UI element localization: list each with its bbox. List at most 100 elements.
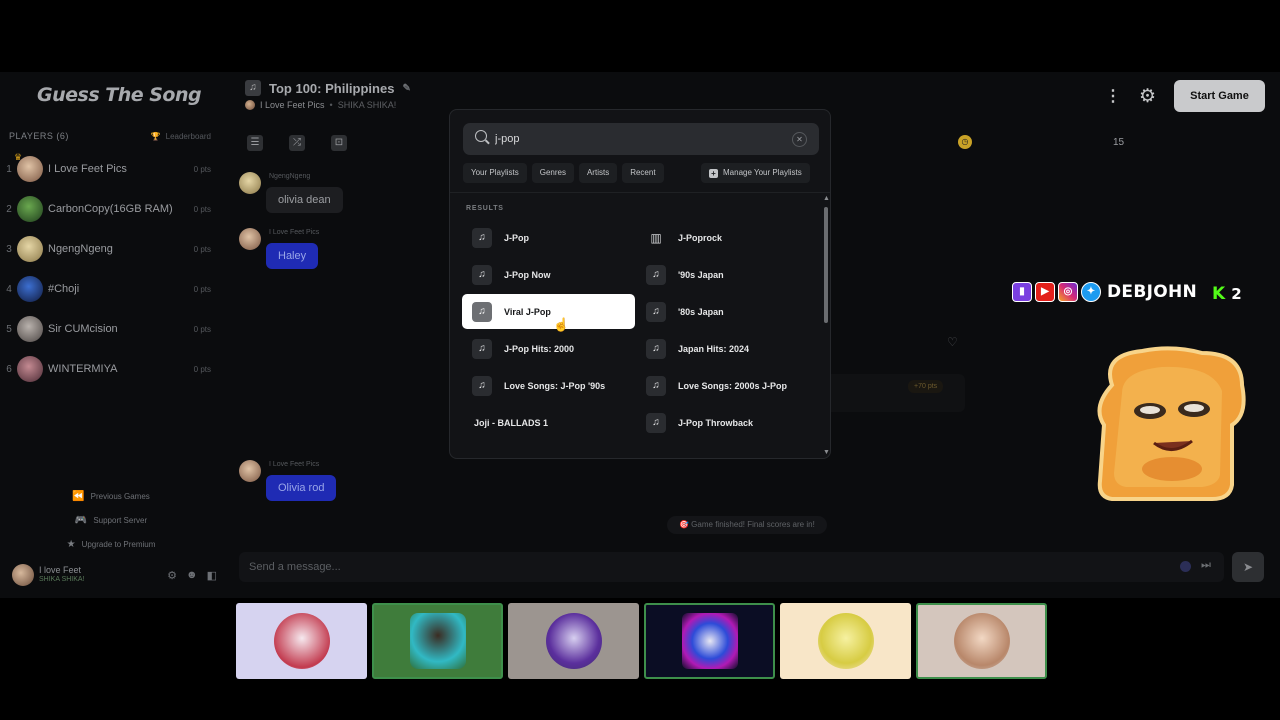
player-row[interactable]: 1 ♛ I Love Feet Pics 0 pts	[0, 152, 215, 184]
app-logo[interactable]: Guess The Song	[37, 84, 202, 106]
avatar	[817, 613, 874, 669]
player-points: 0 pts	[193, 364, 211, 374]
avatar	[239, 460, 261, 482]
player-points: 0 pts	[193, 284, 211, 294]
chat-message-input[interactable]	[239, 552, 1169, 582]
result-item[interactable]: ♫ '80s Japan	[636, 294, 809, 329]
heart-icon[interactable]: ♡	[947, 335, 958, 349]
playlist-icon: ♫	[646, 301, 666, 322]
chat-username: I Love Feet Pics	[269, 461, 320, 468]
chat-username: NgengNgeng	[269, 173, 311, 180]
chat-bubble: Olivia rod	[266, 475, 337, 501]
shuffle-icon[interactable]: ⤮	[289, 135, 305, 151]
emoji-icon[interactable]	[1180, 561, 1191, 572]
player-rank: 4	[6, 283, 12, 295]
result-item[interactable]: ♫ '90s Japan	[636, 257, 809, 292]
player-points: 0 pts	[193, 244, 211, 254]
send-button[interactable]: ➤	[1232, 552, 1264, 582]
player-name: Sir CUMcision	[48, 323, 118, 335]
room-host-status: SHIKA SHIKA!	[337, 100, 397, 110]
player-row[interactable]: 4 #Choji 0 pts	[0, 274, 215, 304]
sidebar: Guess The Song PLAYERS (6) 🏆 Leaderboard …	[0, 72, 222, 598]
rewind-icon: ⏪	[72, 490, 85, 502]
chat-username: I Love Feet Pics	[269, 229, 320, 236]
upgrade-premium-link[interactable]: ★ Upgrade to Premium	[0, 532, 222, 556]
result-item[interactable]: ♫ Love Songs: J-Pop '90s	[462, 368, 635, 403]
search-bar: ✕	[463, 123, 819, 155]
kick-icon: K	[1212, 284, 1226, 304]
player-rank: 6	[6, 363, 12, 375]
player-card[interactable]	[508, 603, 639, 679]
players-count-label: PLAYERS (6)	[9, 131, 69, 141]
result-item[interactable]: ♫ J-Pop Now	[462, 257, 635, 292]
result-item[interactable]: ●Joji - BALLADS 1	[462, 405, 635, 440]
divider	[450, 192, 830, 193]
chat-input-bar: ⏭	[239, 552, 1224, 582]
manage-playlists-button[interactable]: + Manage Your Playlists	[701, 163, 810, 183]
avatar	[953, 613, 1010, 669]
twitch-icon: ▮	[1012, 282, 1032, 302]
result-item[interactable]: ♫ Love Songs: 2000s J-Pop	[636, 368, 809, 403]
filter-recent[interactable]: Recent	[622, 163, 664, 183]
gear-icon[interactable]: ⚙	[1139, 85, 1156, 108]
instagram-icon: ◎	[1058, 282, 1078, 302]
result-item[interactable]: ♫ Japan Hits: 2024	[636, 331, 809, 366]
playlist-icon: ♫	[245, 80, 261, 96]
results-scrollbar[interactable]: ▲ ▼	[822, 195, 830, 458]
player-rank: 3	[6, 243, 12, 255]
skip-icon[interactable]: ⏭	[1201, 559, 1211, 572]
sidebar-toggle-icon[interactable]: ◧	[207, 569, 217, 582]
filter-tabs: Your Playlists Genres Artists Recent	[463, 163, 664, 183]
playlist-icon: ♫	[472, 301, 492, 322]
player-name: WINTERMIYA	[48, 363, 118, 375]
scroll-down-icon[interactable]: ▼	[823, 449, 830, 456]
player-card[interactable]	[372, 603, 503, 679]
emoji-icon[interactable]: ☻	[186, 569, 198, 582]
player-card[interactable]	[644, 603, 775, 679]
result-item-selected[interactable]: ♫ Viral J-Pop	[462, 294, 635, 329]
crown-icon: ♛	[14, 152, 23, 162]
scrollbar-thumb[interactable]	[824, 207, 828, 323]
filter-artists[interactable]: Artists	[578, 163, 618, 183]
playlist-search-input[interactable]	[495, 123, 785, 155]
start-game-button[interactable]: Start Game	[1174, 80, 1265, 112]
player-row[interactable]: 6 WINTERMIYA 0 pts	[0, 354, 215, 384]
avatar	[17, 316, 43, 342]
player-card[interactable]	[916, 603, 1047, 679]
settings-gear-icon[interactable]: ⚙	[167, 569, 177, 582]
song-row-background	[830, 374, 965, 412]
leaderboard-link[interactable]: 🏆 Leaderboard	[151, 131, 211, 141]
player-row[interactable]: 5 Sir CUMcision 0 pts	[0, 314, 215, 344]
player-rank: 5	[6, 323, 12, 335]
result-item[interactable]: ♫ J-Pop	[462, 220, 635, 255]
player-row[interactable]: 2 CarbonCopy(16GB RAM) 0 pts	[0, 194, 215, 224]
round-count: 15	[1113, 137, 1125, 148]
separator-dot: •	[329, 100, 333, 110]
player-card[interactable]	[236, 603, 367, 679]
waveform-icon: ▥	[650, 230, 662, 245]
avatar	[17, 196, 43, 222]
clear-search-button[interactable]: ✕	[792, 132, 807, 147]
previous-games-link[interactable]: ⏪ Previous Games	[0, 484, 222, 508]
scroll-up-icon[interactable]: ▲	[823, 195, 830, 202]
avatar	[239, 228, 261, 250]
filter-genres[interactable]: Genres	[531, 163, 574, 183]
playlist-icon: ♫	[472, 338, 492, 359]
playlist-icon: ♫	[646, 412, 666, 433]
list-icon[interactable]: ☰	[247, 135, 263, 151]
avatar	[681, 613, 738, 669]
playlist-icon: ♫	[646, 338, 666, 359]
result-item[interactable]: ♫ J-Pop Throwback	[636, 405, 809, 440]
player-row[interactable]: 3 NgengNgeng 0 pts	[0, 234, 215, 264]
result-item[interactable]: ▥ J-Poprock	[636, 220, 809, 255]
player-card[interactable]	[780, 603, 911, 679]
filter-your-playlists[interactable]: Your Playlists	[463, 163, 527, 183]
player-rank: 1	[6, 163, 12, 175]
edit-pencil-icon[interactable]: ✎	[402, 83, 410, 94]
result-item[interactable]: ♫ J-Pop Hits: 2000	[462, 331, 635, 366]
bot-icon[interactable]: ⊡	[331, 135, 347, 151]
room-tools: ☰ ⤮ ⊡	[247, 135, 347, 151]
support-server-link[interactable]: 🎮 Support Server	[0, 508, 222, 532]
more-options-icon[interactable]: ⋮	[1105, 86, 1121, 106]
chat-bubble: Haley	[266, 243, 319, 269]
